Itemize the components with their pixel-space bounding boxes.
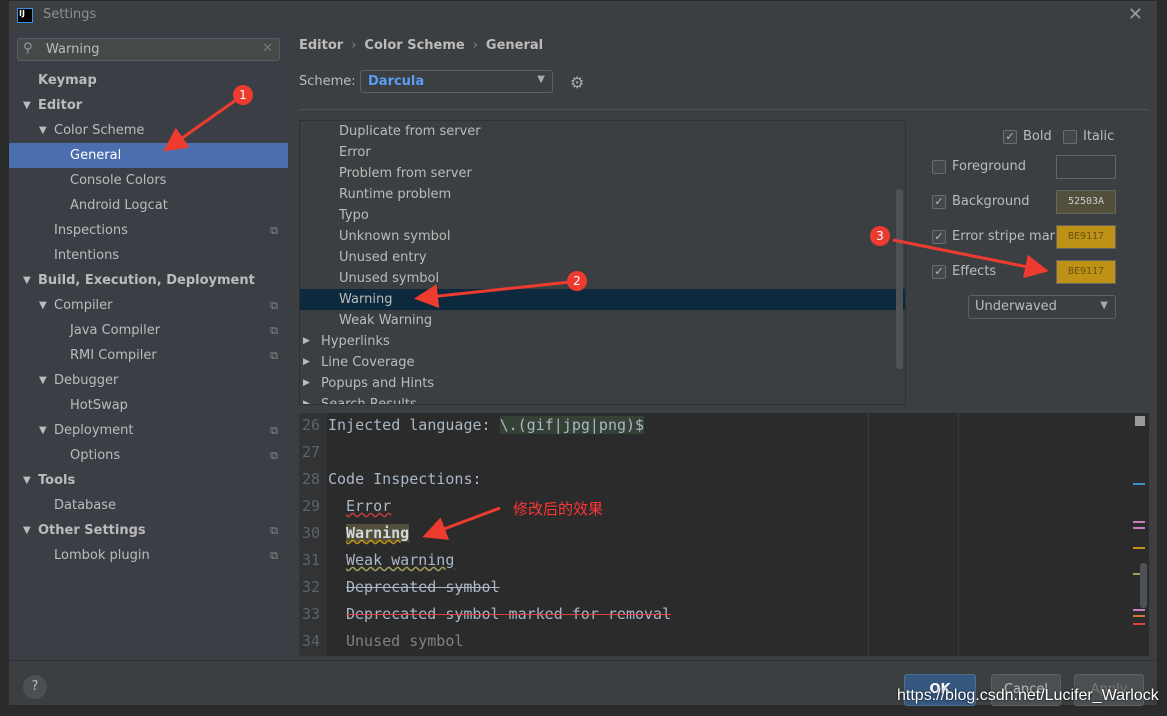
arrow-note	[422, 506, 501, 540]
arrow-1	[163, 98, 237, 152]
annotation-arrows	[163, 98, 1049, 540]
annotation-badge: 3	[870, 226, 890, 246]
watermark: https://blog.csdn.net/Lucifer_Warlock	[897, 687, 1159, 704]
annotation-badge: 2	[567, 271, 587, 291]
arrow-3	[892, 238, 1049, 279]
annotation-note: 修改后的效果	[513, 500, 604, 518]
arrow-2	[414, 280, 571, 309]
annotation-badge: 1	[233, 85, 253, 105]
